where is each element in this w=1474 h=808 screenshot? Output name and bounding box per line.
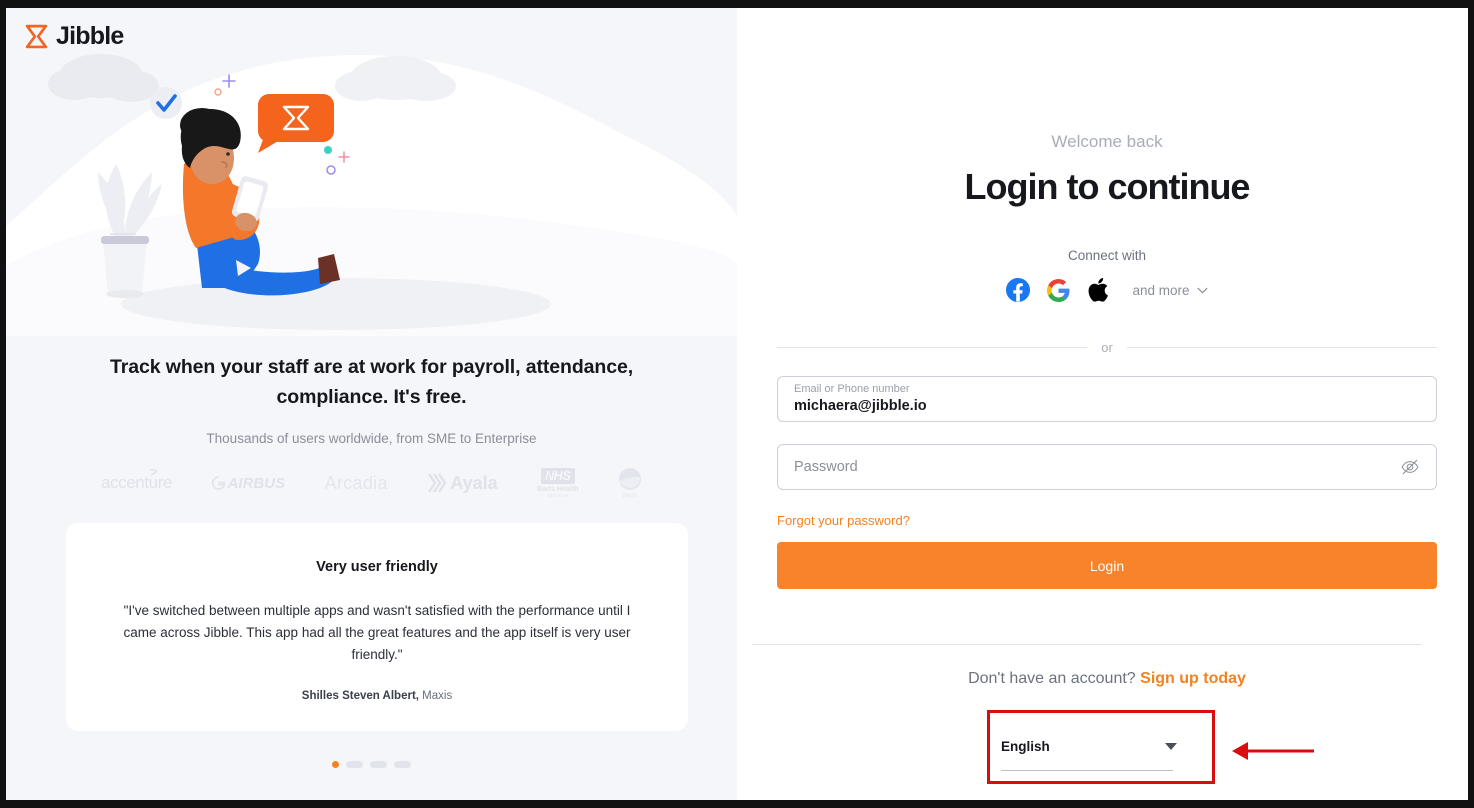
- ayala-mark-icon: [428, 473, 447, 493]
- page-title: Login to continue: [964, 166, 1251, 207]
- login-panel: Welcome back Login to continue Connect w…: [737, 8, 1468, 800]
- facebook-login-button[interactable]: [1006, 278, 1031, 302]
- signup-divider: [752, 644, 1422, 645]
- testimonial-card: Very user friendly "I've switched betwee…: [66, 523, 688, 731]
- or-line-right: [1126, 347, 1437, 348]
- carousel-dot-active[interactable]: [332, 761, 339, 768]
- pepsi-globe-icon: [618, 468, 641, 490]
- forgot-password-link[interactable]: Forgot your password?: [777, 513, 910, 528]
- client-logo-nhs: NHS Barts Health NHS Trust: [537, 468, 579, 498]
- testimonial-quote: "I've switched between multiple apps and…: [123, 603, 631, 662]
- apple-login-button[interactable]: [1086, 278, 1110, 302]
- language-selector[interactable]: English: [985, 722, 1189, 780]
- password-field[interactable]: Password: [777, 444, 1437, 490]
- client-logos: > accenture AIRBUS Arcadia Ayala NHS Bar…: [101, 460, 642, 506]
- client-logo-accenture: > accenture: [101, 463, 173, 492]
- signup-row: Don't have an account? Sign up today: [777, 670, 1437, 688]
- airbus-swirl-icon: [211, 476, 226, 490]
- facebook-icon: [1006, 278, 1031, 302]
- testimonial-author: Shilles Steven Albert, Maxis: [116, 690, 638, 702]
- password-field-placeholder: Password: [794, 459, 858, 475]
- welcome-text: Welcome back: [1051, 132, 1163, 151]
- caret-down-icon: [1165, 742, 1177, 750]
- marketing-headline: Track when your staff are at work for pa…: [109, 356, 634, 409]
- carousel-indicators[interactable]: [6, 761, 737, 768]
- signup-link[interactable]: Sign up today: [1140, 670, 1246, 687]
- apple-icon: [1088, 278, 1108, 302]
- carousel-dot-3[interactable]: [370, 761, 387, 768]
- carousel-dot-4[interactable]: [394, 761, 411, 768]
- google-login-button[interactable]: [1046, 278, 1070, 302]
- more-providers-label: and more: [1132, 282, 1190, 298]
- more-providers-button[interactable]: and more: [1132, 283, 1207, 298]
- login-button[interactable]: Login: [777, 542, 1437, 589]
- connect-with-label: Connect with: [1067, 248, 1147, 263]
- login-form: Welcome back Login to continue Connect w…: [752, 8, 1437, 800]
- hero-illustration: [6, 54, 737, 336]
- eye-off-icon[interactable]: [1400, 457, 1420, 477]
- carousel-dot-2[interactable]: [346, 761, 363, 768]
- marketing-panel: Jibble Track when your staff are at work…: [6, 8, 737, 800]
- signup-prompt: Don't have an account?: [968, 670, 1136, 687]
- language-selector-underline: [1001, 770, 1173, 771]
- or-label: or: [1101, 340, 1113, 355]
- marketing-subheadline: Thousands of users worldwide, from SME t…: [206, 431, 537, 446]
- client-logo-pepsi: pepsi: [618, 467, 642, 499]
- google-icon: [1046, 278, 1070, 302]
- jibble-login-screen: Jibble Track when your staff are at work…: [6, 8, 1468, 800]
- client-logo-arcadia: Arcadia: [324, 472, 388, 493]
- or-separator: or: [777, 340, 1437, 355]
- testimonial-title: Very user friendly: [316, 559, 438, 575]
- language-selector-inner: English: [985, 731, 1189, 761]
- email-field[interactable]: Email or Phone number michaera@jibble.io: [777, 376, 1437, 422]
- hourglass-icon: [25, 24, 48, 49]
- chevron-down-icon: [1197, 287, 1207, 293]
- jibble-logo[interactable]: Jibble: [24, 22, 124, 50]
- email-field-label: Email or Phone number: [794, 382, 910, 395]
- email-field-value: michaera@jibble.io: [794, 397, 927, 414]
- social-login-row: and more: [777, 278, 1437, 302]
- or-line-left: [777, 347, 1088, 348]
- client-logo-airbus: AIRBUS: [211, 475, 285, 492]
- client-logo-ayala: Ayala: [427, 473, 498, 494]
- jibble-logo-text: Jibble: [56, 22, 124, 50]
- language-selector-value: English: [1001, 738, 1050, 754]
- testimonial-author-name: Shilles Steven Albert,: [301, 689, 419, 702]
- testimonial-author-company: Maxis: [422, 689, 453, 702]
